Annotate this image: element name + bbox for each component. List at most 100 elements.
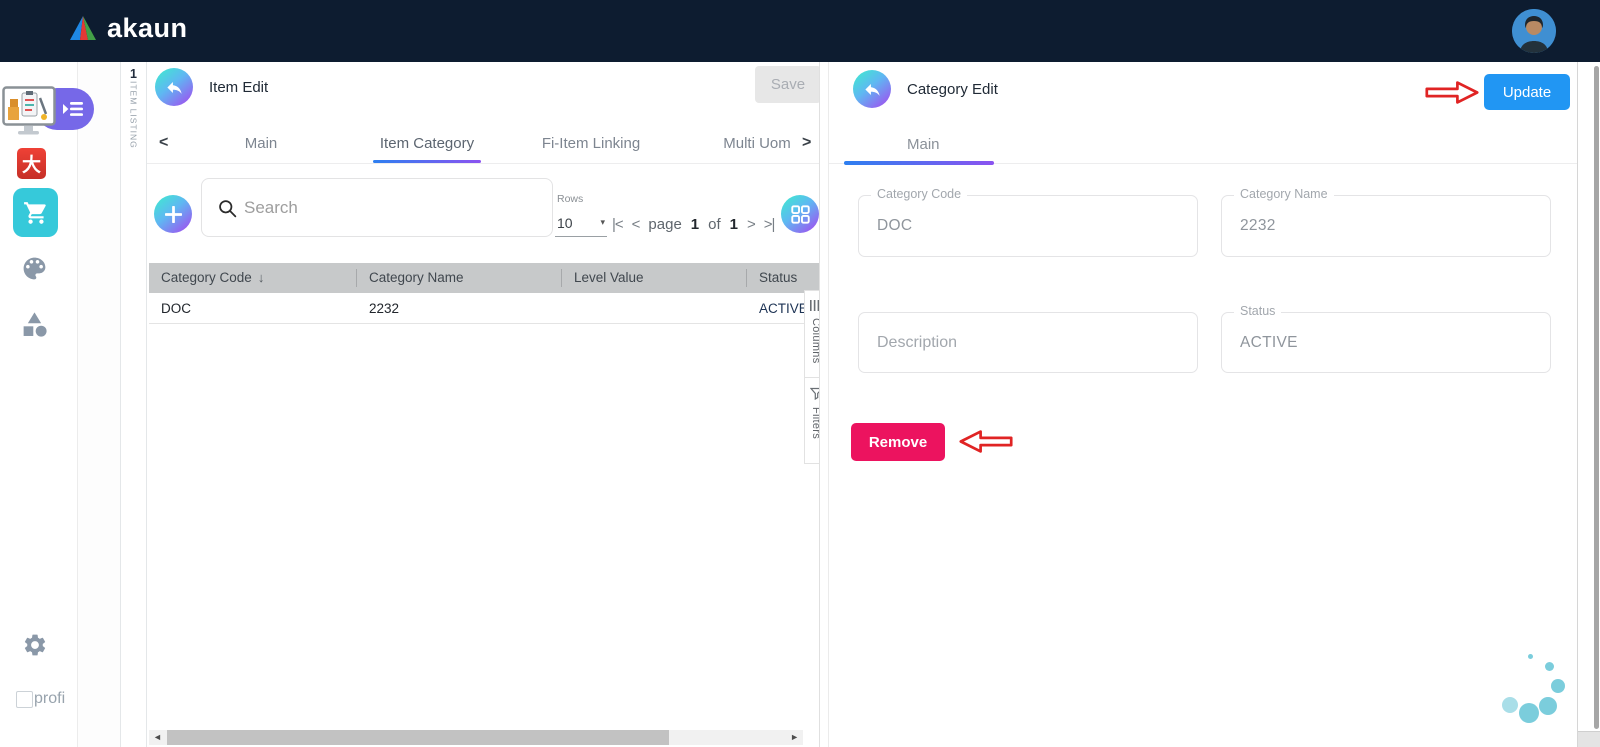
remove-button[interactable]: Remove — [851, 423, 945, 461]
tab-multi-uom[interactable]: Multi Uom — [723, 135, 791, 152]
save-button[interactable]: Save — [755, 66, 819, 103]
column-header-level-value[interactable]: Level Value — [562, 263, 746, 293]
scroll-right-icon[interactable]: ► — [790, 731, 799, 744]
add-category-button[interactable] — [154, 195, 192, 233]
grid-icon — [790, 204, 810, 224]
sidebar-item-profile[interactable]: profi — [16, 690, 65, 708]
profile-checkbox[interactable] — [16, 690, 33, 708]
page-total: 1 — [729, 215, 738, 233]
vertical-scrollbar-thumb[interactable] — [1594, 66, 1599, 729]
horizontal-scrollbar-thumb[interactable] — [167, 730, 669, 745]
scroll-left-icon[interactable]: ◄ — [153, 731, 162, 744]
tab-main[interactable]: Main — [245, 135, 278, 152]
item-edit-title: Item Edit — [209, 79, 269, 96]
category-name-value: 2232 — [1240, 217, 1276, 234]
scrollbar-corner — [1578, 731, 1600, 747]
category-name-label: Category Name — [1234, 187, 1334, 201]
sidebar-item-item-listing-app[interactable] — [0, 86, 100, 138]
app-sidebar: 大 profi — [0, 62, 94, 747]
category-code-value: DOC — [877, 217, 913, 234]
column-header-category-name[interactable]: Category Name — [357, 263, 561, 293]
horizontal-scrollbar[interactable]: ◄ ► — [149, 730, 803, 745]
description-field[interactable] — [858, 312, 1198, 373]
category-edit-title: Category Edit — [907, 81, 998, 98]
tabs-scroll-right-icon[interactable]: > — [802, 134, 811, 152]
status-value: ACTIVE — [1240, 333, 1298, 351]
first-page-icon[interactable]: |< — [612, 216, 624, 233]
decor-dot — [1528, 654, 1533, 659]
columns-tool[interactable]: Columns — [805, 291, 820, 377]
tab-item-category[interactable]: Item Category — [380, 135, 474, 152]
status-field[interactable]: Status ACTIVE — [1221, 304, 1551, 373]
cell-level-value — [562, 293, 746, 324]
description-input[interactable] — [859, 313, 1177, 372]
column-header-category-code[interactable]: Category Code ↓ — [149, 263, 354, 293]
dropdown-caret-icon: ▾ — [600, 217, 605, 227]
update-button[interactable]: Update — [1484, 74, 1570, 110]
sidebar-item-pos-cart[interactable] — [13, 188, 58, 237]
search-icon — [219, 200, 237, 218]
table-row[interactable]: DOC 2232 ACTIVE — [149, 293, 819, 324]
item-edit-back-button[interactable] — [155, 68, 193, 106]
rows-value: 10 — [557, 215, 573, 231]
tab-main[interactable]: Main — [907, 136, 940, 153]
decor-dot — [1539, 697, 1557, 715]
category-code-field[interactable]: Category Code DOC — [858, 187, 1198, 257]
search-input[interactable] — [244, 179, 544, 236]
rows-label: Rows — [557, 193, 584, 205]
plus-icon — [164, 205, 182, 223]
sidebar-item-red-app[interactable]: 大 — [17, 148, 46, 179]
item-edit-tab-bar: < Main Item Category Fi-Item Linking Mul… — [147, 123, 819, 164]
status-label: Status — [1234, 304, 1282, 318]
gear-icon — [24, 634, 46, 656]
shopping-cart-icon — [23, 201, 46, 224]
grid-view-button[interactable] — [781, 195, 819, 233]
category-name-field[interactable]: Category Name 2232 — [1221, 187, 1551, 257]
category-edit-panel: Category Edit Update Main Category Code … — [828, 62, 1577, 747]
workspace-tab-number: 1 — [130, 67, 137, 81]
menu-open-icon — [63, 102, 83, 116]
tabs-scroll-left-icon[interactable]: < — [159, 134, 168, 152]
last-page-icon[interactable]: >| — [764, 216, 776, 233]
tab-fi-item-linking[interactable]: Fi-Item Linking — [542, 135, 640, 152]
columns-label: Columns — [810, 318, 820, 364]
annotation-arrow-left-icon — [959, 430, 1013, 453]
category-edit-tab-bar: Main — [829, 124, 1577, 164]
workspace-tab-label: ITEM LISTING — [128, 81, 139, 149]
search-box — [201, 178, 553, 237]
column-header-status[interactable]: Status — [747, 263, 819, 293]
profile-label: profi — [34, 690, 66, 707]
decor-dot — [1519, 703, 1539, 723]
columns-icon — [809, 300, 819, 311]
next-page-icon[interactable]: > — [747, 216, 756, 233]
decor-dot — [1545, 662, 1554, 671]
cell-category-name: 2232 — [369, 301, 400, 316]
shapes-category-icon — [23, 312, 47, 337]
rows-per-page-select[interactable]: 10 ▾ — [555, 209, 607, 237]
of-word: of — [708, 215, 721, 233]
decor-dot — [1502, 697, 1518, 713]
annotation-arrow-right-icon — [1425, 81, 1479, 104]
brand-text: akaun — [107, 13, 188, 43]
person-icon — [1512, 9, 1556, 53]
prev-page-icon[interactable]: < — [632, 216, 641, 233]
sort-desc-icon[interactable]: ↓ — [258, 270, 265, 285]
filters-tool[interactable]: Filters — [805, 377, 819, 463]
vertical-scrollbar[interactable] — [1577, 62, 1600, 747]
brand-logo[interactable]: akaun — [68, 13, 188, 44]
sidebar-item-settings[interactable] — [22, 632, 48, 663]
sidebar-gap — [78, 62, 120, 747]
filter-funnel-icon — [809, 387, 819, 400]
workspace-tab-strip[interactable]: 1 ITEM LISTING — [120, 62, 147, 747]
sidebar-item-categories[interactable] — [20, 310, 49, 344]
table-header-row: Category Code ↓ Category Name Level Value… — [149, 263, 819, 293]
item-edit-panel: Item Edit Save < Main Item Category Fi-I… — [147, 62, 820, 747]
page-current: 1 — [690, 215, 700, 233]
active-tab-underline — [844, 161, 994, 165]
akaun-triangle-logo-icon — [70, 16, 96, 40]
user-avatar[interactable] — [1512, 9, 1556, 53]
category-edit-back-button[interactable] — [853, 70, 891, 108]
back-arrow-icon — [864, 83, 880, 96]
sidebar-item-theme[interactable] — [20, 254, 49, 288]
back-arrow-icon — [166, 81, 182, 94]
